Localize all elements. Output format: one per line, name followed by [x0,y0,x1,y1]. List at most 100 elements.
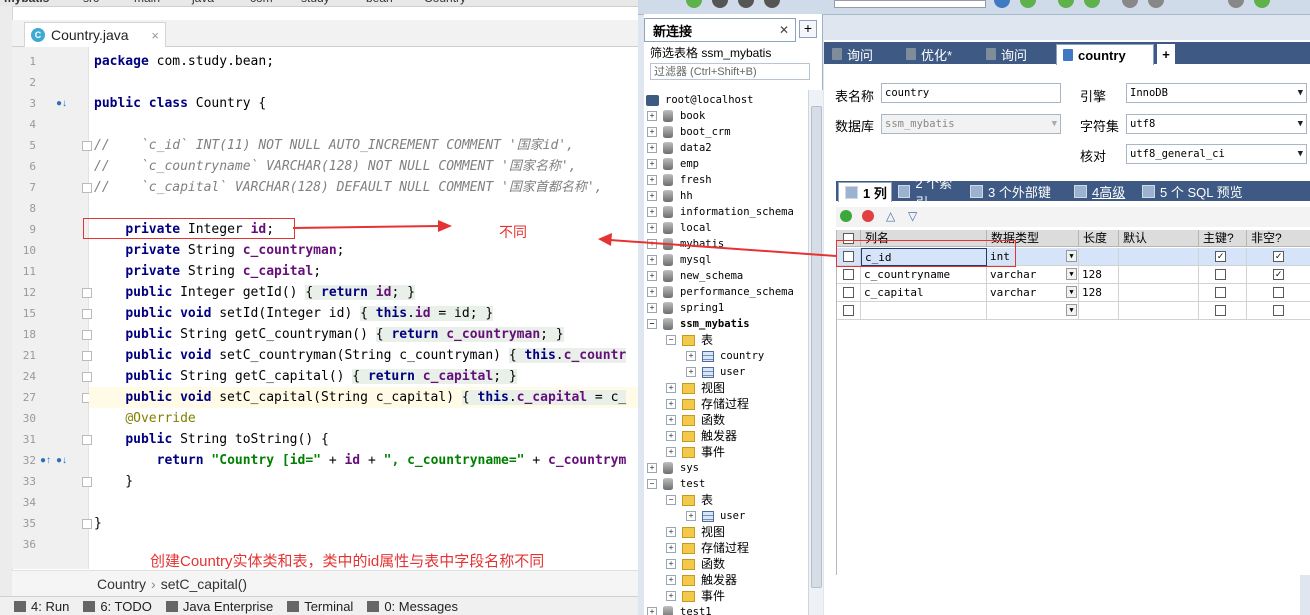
tree-node-server[interactable]: root@localhost [646,92,754,108]
code-line[interactable]: public void setC_countryman(String c_cou… [94,345,627,366]
toolbar-execute-icon[interactable] [994,0,1010,8]
tree-node-db[interactable]: + local [647,220,712,236]
tree-node-db[interactable]: + book [647,108,705,124]
expand-icon[interactable]: + [647,463,657,473]
move-up-icon[interactable]: △ [886,209,895,223]
tree-node-db[interactable]: + mysql [647,252,712,268]
primary-key-checkbox[interactable]: ✓ [1215,251,1226,262]
not-null-checkbox[interactable]: ✓ [1273,269,1284,280]
grid-cell[interactable] [1079,302,1119,320]
code-line[interactable]: // `c_countryname` VARCHAR(128) NOT NULL… [94,156,576,177]
toolbar-db-select[interactable] [834,0,986,8]
code-line[interactable]: public String toString() { [94,429,329,450]
chevron-down-icon[interactable]: ▼ [1066,286,1077,298]
code-line[interactable]: @Override [94,408,195,429]
expand-icon[interactable]: + [647,303,657,313]
tree-node-db[interactable]: + mybatis [647,236,724,252]
expand-icon[interactable]: + [666,431,676,441]
nav-bar-item[interactable]: mybatis [4,0,49,5]
grid-cell[interactable] [1119,302,1199,320]
grid-cell[interactable] [837,266,861,284]
tree-node-db[interactable]: + data2 [647,140,712,156]
primary-key-checkbox[interactable] [1215,287,1226,298]
tree-node-db[interactable]: + boot_crm [647,124,731,140]
toolbar-check-icon[interactable] [1254,0,1270,8]
toolbar-add-icon[interactable] [686,0,702,8]
nav-bar-item[interactable]: src [83,0,99,5]
tree-node-table[interactable]: + user [686,364,745,380]
table-name-input[interactable]: country [881,83,1061,103]
tree-node-folder[interactable]: + 存储过程 [666,396,749,412]
grid-cell[interactable]: varchar ▼ [987,266,1079,284]
grid-cell[interactable] [1247,302,1310,320]
tree-node-folder[interactable]: + 触发器 [666,428,737,444]
tree-node-db[interactable]: + information_schema [647,204,794,220]
expand-icon[interactable]: + [647,111,657,121]
tree-node-db[interactable]: + spring1 [647,300,724,316]
expand-icon[interactable]: + [666,447,676,457]
filter-input[interactable]: 过滤器 (Ctrl+Shift+B) [650,63,810,80]
tree-node-table[interactable]: + country [686,348,764,364]
add-column-icon[interactable] [840,210,852,222]
toolbar-check-icon[interactable] [1084,0,1100,8]
not-null-checkbox[interactable] [1273,305,1284,316]
row-select-checkbox[interactable] [843,269,854,280]
editor-tab-country-java[interactable]: C Country.java × [24,22,166,47]
grid-cell[interactable] [1119,248,1199,266]
nav-bar-item[interactable]: main [134,0,160,5]
grid-header[interactable]: 默认 [1119,230,1199,247]
nav-bar-item[interactable]: com [250,0,273,5]
tree-node-folder[interactable]: + 事件 [666,588,725,604]
tree-node-folder[interactable]: + 事件 [666,444,725,460]
nav-bar-item[interactable]: Country [424,0,466,5]
expand-icon[interactable]: + [666,559,676,569]
tree-node-folder[interactable]: + 触发器 [666,572,737,588]
expand-icon[interactable]: + [666,415,676,425]
tree-node-table[interactable]: + user [686,508,745,524]
charset-select[interactable]: utf8 ▼ [1126,114,1307,134]
expand-icon[interactable]: + [647,607,657,615]
tree-node-folder[interactable]: + 函数 [666,556,725,572]
tree-node-folder[interactable]: + 函数 [666,412,725,428]
tree-scrollbar[interactable] [808,90,823,615]
expand-icon[interactable]: + [647,143,657,153]
tree-node-folder[interactable]: + 视图 [666,380,725,396]
connection-tab[interactable]: 新连接 ✕ [644,18,796,42]
editor-subtab[interactable]: 3 个外部键 [964,182,1066,201]
query-tab[interactable]: 询问 [826,44,898,64]
code-line[interactable]: private String c_capital; [94,261,321,282]
toolbar-db-icon[interactable] [764,0,780,8]
expand-icon[interactable]: + [686,351,696,361]
code-line[interactable]: package com.study.bean; [94,51,274,72]
collapse-icon[interactable]: − [647,479,657,489]
code-editor[interactable]: package com.study.bean; public class Coun… [89,47,638,569]
tree-node-db[interactable]: + sys [647,460,699,476]
grid-header[interactable]: 长度 [1079,230,1119,247]
expand-icon[interactable]: + [647,127,657,137]
row-select-checkbox[interactable] [843,305,854,316]
toolbar-grid-icon[interactable] [1148,0,1164,8]
code-line[interactable]: public void setC_capital(String c_capita… [89,387,638,408]
code-line[interactable]: } [94,513,102,534]
query-tab[interactable]: 询问 [980,44,1054,64]
delete-column-icon[interactable] [862,210,874,222]
nav-bar-item[interactable]: bean [366,0,393,5]
expand-icon[interactable]: + [666,383,676,393]
editor-subtab[interactable]: 1 列 [838,182,892,202]
tree-node-db[interactable]: + new_schema [647,268,743,284]
query-tab[interactable]: 优化* [900,44,978,64]
code-line[interactable]: public Integer getId() { return id; } [94,282,415,303]
code-line[interactable]: // `c_id` INT(11) NOT NULL AUTO_INCREMEN… [94,135,574,156]
not-null-checkbox[interactable]: ✓ [1273,251,1284,262]
expand-icon[interactable]: + [647,159,657,169]
tree-node-db[interactable]: + hh [647,188,693,204]
expand-icon[interactable]: + [666,543,676,553]
collapse-icon[interactable]: − [666,495,676,505]
breadcrumb-class[interactable]: Country [97,576,146,592]
expand-icon[interactable]: + [647,223,657,233]
chevron-down-icon[interactable]: ▼ [1066,268,1077,280]
tree-node-db[interactable]: − ssm_mybatis [647,316,750,332]
editor-subtab[interactable]: 4高级 [1068,182,1134,201]
tree-node-db[interactable]: + emp [647,156,699,172]
nav-bar-item[interactable]: study [301,0,330,5]
